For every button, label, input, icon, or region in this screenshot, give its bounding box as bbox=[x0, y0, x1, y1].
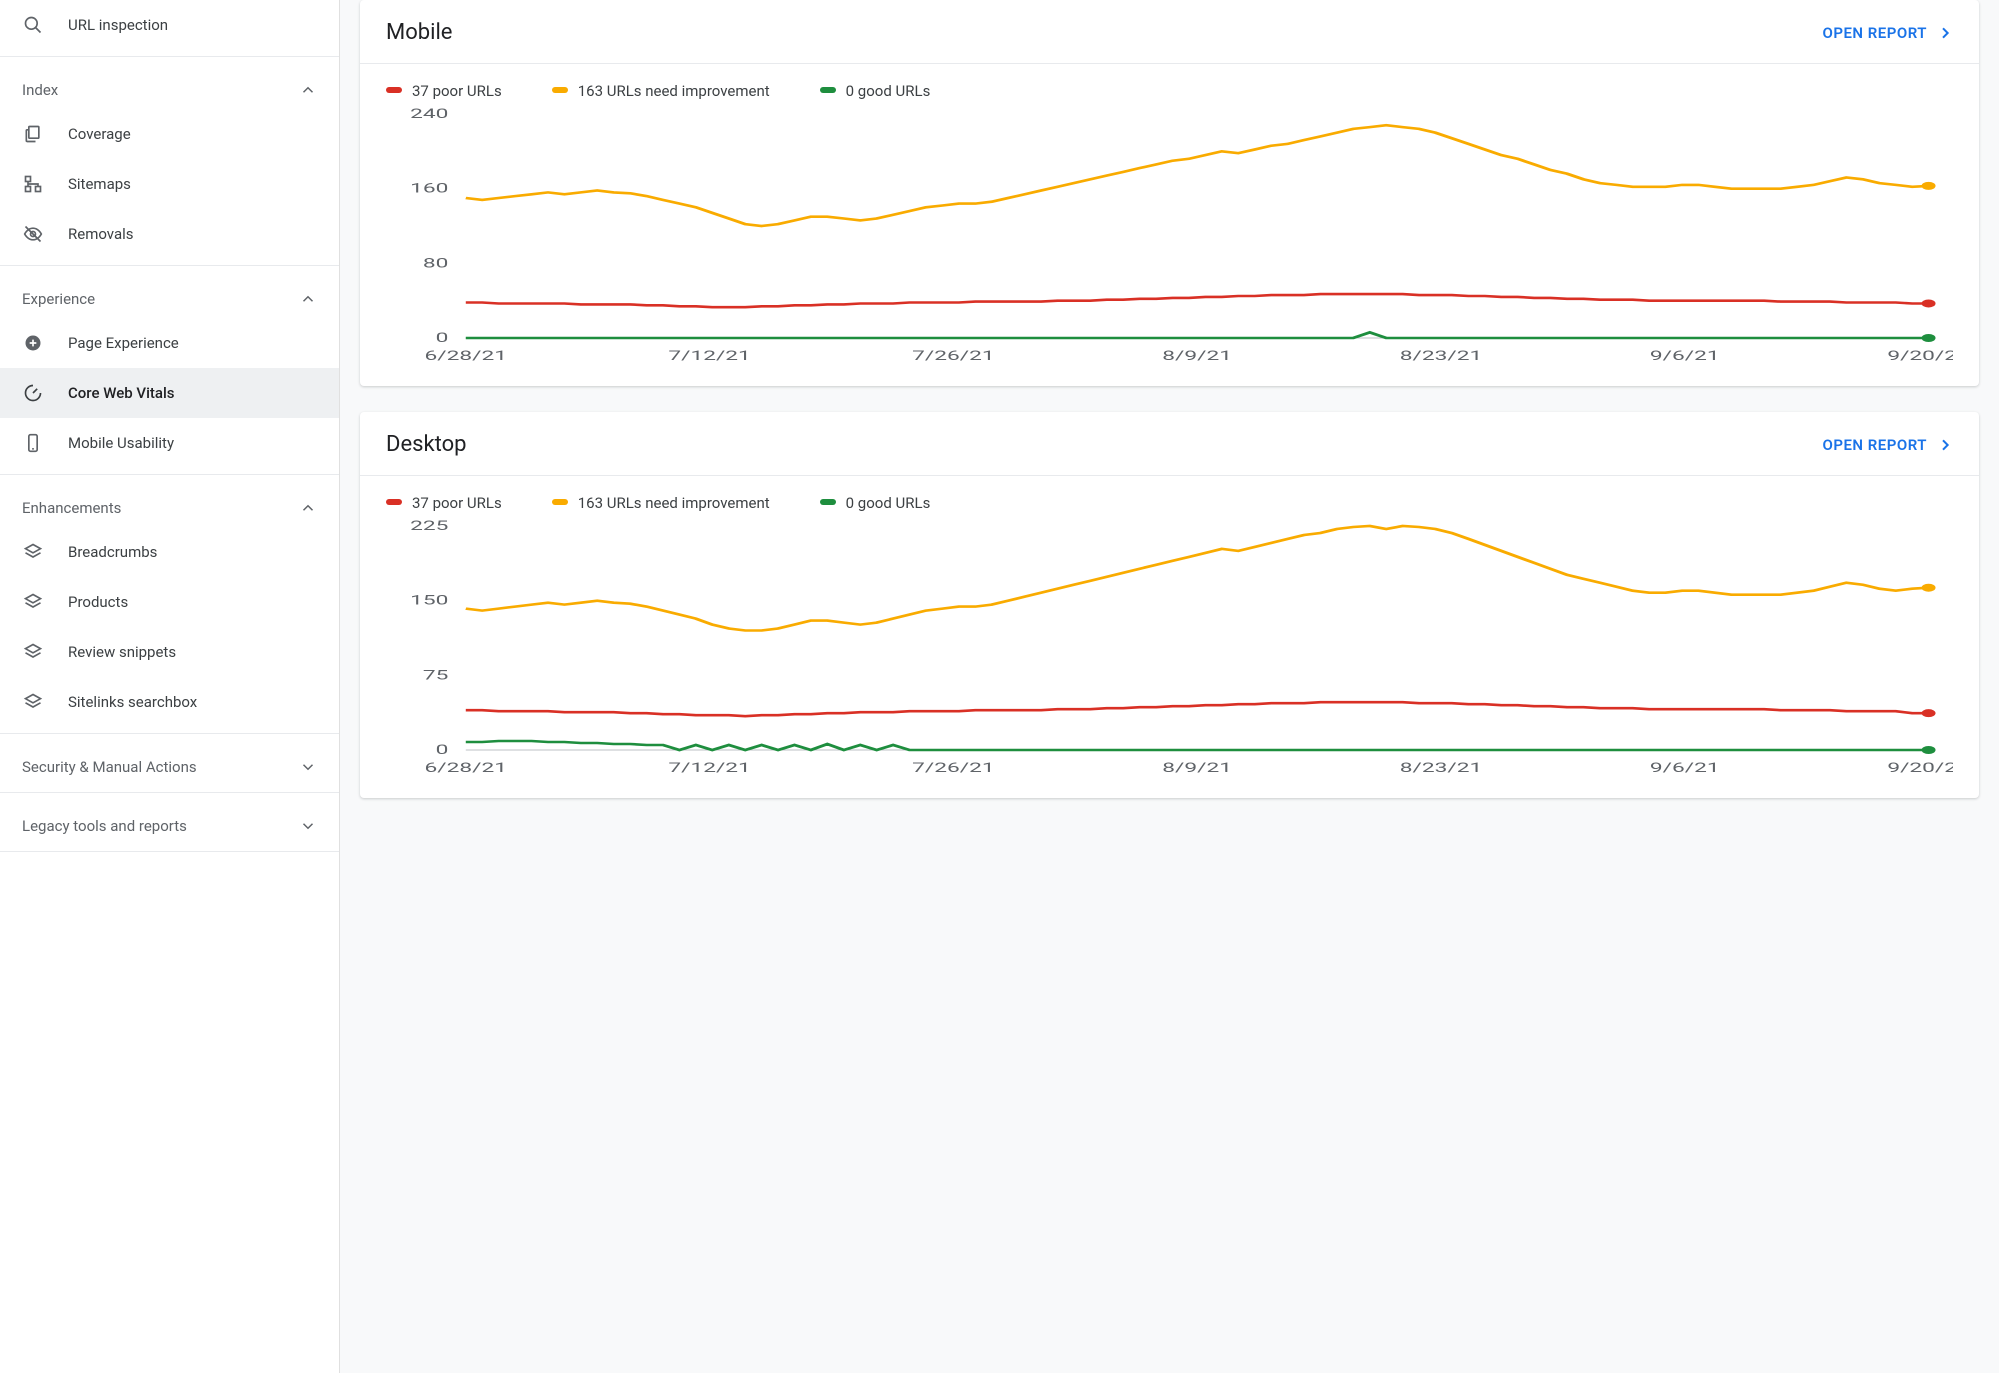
chevron-up-icon bbox=[299, 290, 317, 308]
pages-icon bbox=[22, 123, 44, 145]
sitemap-icon bbox=[22, 173, 44, 195]
chart-legend: 37 poor URLs 163 URLs need improvement 0… bbox=[360, 64, 1979, 106]
sidebar-group-experience[interactable]: Experience bbox=[0, 272, 339, 318]
chart-legend: 37 poor URLs 163 URLs need improvement 0… bbox=[360, 476, 1979, 518]
legend-poor: 37 poor URLs bbox=[386, 82, 502, 100]
sidebar-item-sitemaps[interactable]: Sitemaps bbox=[0, 159, 339, 209]
search-icon bbox=[22, 14, 44, 36]
legend-good: 0 good URLs bbox=[820, 82, 931, 100]
layers-icon bbox=[22, 541, 44, 563]
sidebar-item-url-inspection[interactable]: URL inspection bbox=[0, 0, 339, 50]
sidebar-item-breadcrumbs[interactable]: Breadcrumbs bbox=[0, 527, 339, 577]
sidebar-group-legacy[interactable]: Legacy tools and reports bbox=[0, 799, 339, 845]
svg-text:8/23/21: 8/23/21 bbox=[1400, 760, 1482, 775]
open-report-label: OPEN REPORT bbox=[1823, 24, 1928, 42]
mobile-card: Mobile OPEN REPORT 37 poor URLs 163 URLs… bbox=[360, 0, 1979, 386]
chevron-right-icon bbox=[1937, 437, 1953, 453]
svg-text:0: 0 bbox=[436, 742, 449, 757]
svg-text:8/9/21: 8/9/21 bbox=[1162, 348, 1232, 363]
legend-good: 0 good URLs bbox=[820, 494, 931, 512]
svg-text:9/6/21: 9/6/21 bbox=[1650, 760, 1720, 775]
chevron-right-icon bbox=[1937, 25, 1953, 41]
svg-text:7/26/21: 7/26/21 bbox=[912, 348, 994, 363]
svg-text:8/23/21: 8/23/21 bbox=[1400, 348, 1482, 363]
sidebar-item-review-snippets[interactable]: Review snippets bbox=[0, 627, 339, 677]
card-title: Desktop bbox=[386, 432, 467, 457]
speedometer-icon bbox=[22, 382, 44, 404]
sidebar-item-label: Mobile Usability bbox=[68, 434, 174, 452]
sidebar-group-label: Security & Manual Actions bbox=[22, 758, 197, 776]
sidebar-item-label: Page Experience bbox=[68, 334, 179, 352]
chevron-down-icon bbox=[299, 817, 317, 835]
sidebar-item-label: Products bbox=[68, 593, 128, 611]
layers-icon bbox=[22, 691, 44, 713]
svg-text:8/9/21: 8/9/21 bbox=[1162, 760, 1232, 775]
open-report-label: OPEN REPORT bbox=[1823, 436, 1928, 454]
mobile-icon bbox=[22, 432, 44, 454]
layers-icon bbox=[22, 591, 44, 613]
sidebar-item-label: Review snippets bbox=[68, 643, 176, 661]
sidebar-group-label: Experience bbox=[22, 290, 95, 308]
svg-text:6/28/21: 6/28/21 bbox=[425, 760, 507, 775]
sidebar-item-label: Sitemaps bbox=[68, 175, 131, 193]
sidebar-item-label: Removals bbox=[68, 225, 134, 243]
sidebar-group-label: Legacy tools and reports bbox=[22, 817, 187, 835]
sidebar-item-label: URL inspection bbox=[68, 16, 168, 34]
svg-text:6/28/21: 6/28/21 bbox=[425, 348, 507, 363]
chevron-down-icon bbox=[299, 758, 317, 776]
mobile-chart: 0 80 160 240 6/28/21 7/12/21 7/26/21 8/9/21 8/23… bbox=[360, 106, 1979, 386]
sidebar-item-removals[interactable]: Removals bbox=[0, 209, 339, 259]
chevron-up-icon bbox=[299, 81, 317, 99]
svg-text:225: 225 bbox=[410, 518, 448, 533]
svg-text:160: 160 bbox=[410, 181, 448, 196]
sidebar: URL inspection Index Coverage Sitemaps R… bbox=[0, 0, 340, 1373]
svg-text:0: 0 bbox=[436, 330, 449, 345]
svg-text:9/20/21: 9/20/21 bbox=[1887, 760, 1953, 775]
svg-text:240: 240 bbox=[410, 106, 448, 121]
sidebar-group-label: Index bbox=[22, 81, 58, 99]
sidebar-item-label: Core Web Vitals bbox=[68, 384, 175, 402]
svg-text:7/12/21: 7/12/21 bbox=[668, 348, 750, 363]
sidebar-item-sitelinks-searchbox[interactable]: Sitelinks searchbox bbox=[0, 677, 339, 727]
sidebar-item-page-experience[interactable]: Page Experience bbox=[0, 318, 339, 368]
desktop-card: Desktop OPEN REPORT 37 poor URLs 163 URL… bbox=[360, 412, 1979, 798]
svg-text:9/6/21: 9/6/21 bbox=[1650, 348, 1720, 363]
circle-plus-icon bbox=[22, 332, 44, 354]
svg-text:9/20/21: 9/20/21 bbox=[1887, 348, 1953, 363]
sidebar-item-label: Coverage bbox=[68, 125, 131, 143]
visibility-off-icon bbox=[22, 223, 44, 245]
sidebar-group-label: Enhancements bbox=[22, 499, 121, 517]
svg-text:80: 80 bbox=[423, 255, 449, 270]
sidebar-group-index[interactable]: Index bbox=[0, 63, 339, 109]
svg-text:150: 150 bbox=[410, 593, 448, 608]
layers-icon bbox=[22, 641, 44, 663]
sidebar-item-mobile-usability[interactable]: Mobile Usability bbox=[0, 418, 339, 468]
sidebar-item-coverage[interactable]: Coverage bbox=[0, 109, 339, 159]
svg-text:7/26/21: 7/26/21 bbox=[912, 760, 994, 775]
desktop-chart: 0 75 150 225 6/28/21 7/12/21 7/26/21 8/9/21 8/23… bbox=[360, 518, 1979, 798]
sidebar-item-products[interactable]: Products bbox=[0, 577, 339, 627]
sidebar-group-security[interactable]: Security & Manual Actions bbox=[0, 740, 339, 786]
legend-poor: 37 poor URLs bbox=[386, 494, 502, 512]
legend-need: 163 URLs need improvement bbox=[552, 494, 770, 512]
svg-text:75: 75 bbox=[423, 667, 449, 682]
chevron-up-icon bbox=[299, 499, 317, 517]
open-report-button[interactable]: OPEN REPORT bbox=[1823, 24, 1954, 42]
legend-need: 163 URLs need improvement bbox=[552, 82, 770, 100]
sidebar-item-label: Sitelinks searchbox bbox=[68, 693, 197, 711]
open-report-button[interactable]: OPEN REPORT bbox=[1823, 436, 1954, 454]
sidebar-item-label: Breadcrumbs bbox=[68, 543, 157, 561]
main-content: Mobile OPEN REPORT 37 poor URLs 163 URLs… bbox=[340, 0, 1999, 1373]
svg-text:7/12/21: 7/12/21 bbox=[668, 760, 750, 775]
sidebar-item-core-web-vitals[interactable]: Core Web Vitals bbox=[0, 368, 339, 418]
sidebar-group-enhancements[interactable]: Enhancements bbox=[0, 481, 339, 527]
card-title: Mobile bbox=[386, 20, 452, 45]
